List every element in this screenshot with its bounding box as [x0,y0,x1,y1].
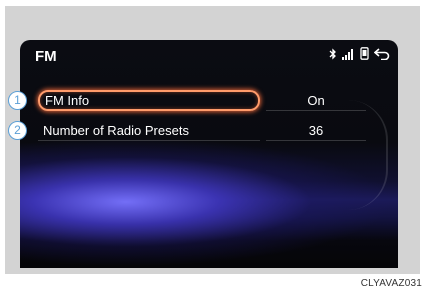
signal-bars-icon [342,47,355,65]
menu-row-radio-presets[interactable]: Number of Radio Presets 36 [20,116,398,144]
callout-marker-1: 1 [8,91,27,110]
menu-item-fm-info[interactable]: FM Info [38,90,260,111]
bluetooth-icon [329,47,337,65]
fm-info-value: On [266,90,366,111]
display-screen: FM FM Info On Number of Radio Presets 36 [20,40,398,268]
callout-marker-2: 2 [8,121,27,140]
radio-presets-value: 36 [266,120,366,141]
menu-item-radio-presets[interactable]: Number of Radio Presets [38,120,260,141]
figure-code: CLYAVAZ031 [360,278,422,289]
status-bar [329,47,390,65]
screen-title: FM [35,48,57,65]
phone-icon [360,47,369,65]
menu-row-fm-info[interactable]: FM Info On [20,86,398,114]
back-icon[interactable] [373,47,390,65]
